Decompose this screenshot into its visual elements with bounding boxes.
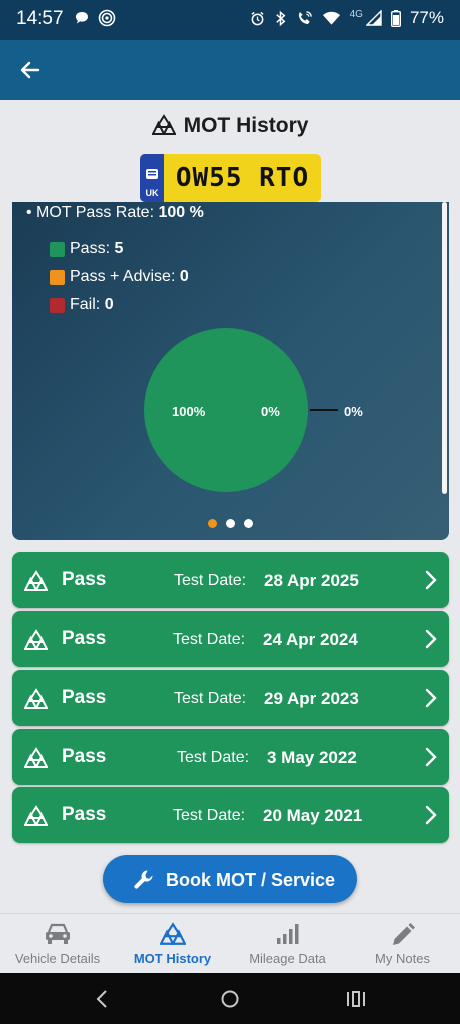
signal-icon <box>365 10 382 26</box>
test-date-value: 3 May 2022 <box>267 748 357 767</box>
carousel-dot[interactable] <box>244 519 253 528</box>
test-result: Pass <box>62 804 107 825</box>
pass-rate-card[interactable]: • MOT Pass Rate: 100 % Pass: 5 Pass + Ad… <box>12 202 449 540</box>
nav-vehicle-details[interactable]: Vehicle Details <box>0 914 115 974</box>
pie-label-fail: 0% <box>344 404 363 419</box>
test-date-label: Test Date: <box>173 631 246 648</box>
history-row[interactable]: Pass Test Date: 28 Apr 2025 <box>12 552 449 608</box>
book-mot-button[interactable]: Book MOT / Service <box>103 855 357 903</box>
wifi-calling-icon <box>298 10 312 24</box>
history-row[interactable]: Pass Test Date: 3 May 2022 <box>12 729 449 785</box>
book-mot-label: Book MOT / Service <box>166 870 336 890</box>
carousel-dot[interactable] <box>226 519 235 528</box>
mot-triangle-icon <box>24 688 48 709</box>
mot-triangle-icon <box>24 570 48 591</box>
mot-triangle-icon <box>24 629 48 650</box>
plate-country: UK <box>145 188 159 198</box>
wifi-icon <box>322 11 340 25</box>
test-date-label: Test Date: <box>174 572 247 589</box>
bar-chart-icon <box>277 924 299 944</box>
nav-label: Mileage Data <box>249 951 326 966</box>
card-scrollbar[interactable] <box>442 202 447 494</box>
nav-label: My Notes <box>375 951 430 966</box>
chevron-right-icon <box>425 747 437 767</box>
plate-registration: OW55 RTO <box>175 163 310 193</box>
test-date-label: Test Date: <box>177 749 250 766</box>
carousel-dot-active[interactable] <box>208 519 217 528</box>
wrench-icon <box>134 870 153 889</box>
nav-my-notes[interactable]: My Notes <box>345 914 460 974</box>
history-row[interactable]: Pass Test Date: 20 May 2021 <box>12 787 449 843</box>
carousel-indicator <box>208 519 253 528</box>
nfc-icon <box>98 9 116 27</box>
mot-triangle-icon <box>151 114 176 135</box>
bottom-nav: Vehicle Details MOT History Mileage Data… <box>0 913 460 973</box>
pass-rate-pie-chart <box>144 328 338 492</box>
home-icon[interactable] <box>220 989 240 1009</box>
nav-mileage-data[interactable]: Mileage Data <box>230 914 345 974</box>
nav-mot-history[interactable]: MOT History <box>115 914 230 974</box>
chevron-right-icon <box>425 629 437 649</box>
mot-triangle-icon <box>24 747 48 768</box>
status-time: 14:57 <box>16 8 64 29</box>
plate-country-band: UK <box>140 154 164 202</box>
page-title: MOT History <box>0 114 460 138</box>
network-type: 4G <box>349 8 363 20</box>
history-row[interactable]: Pass Test Date: 24 Apr 2024 <box>12 611 449 667</box>
chat-bubble-icon <box>76 12 88 24</box>
test-result: Pass <box>62 569 107 590</box>
chevron-right-icon <box>425 688 437 708</box>
test-result: Pass <box>62 687 107 708</box>
mot-triangle-icon <box>160 922 186 945</box>
car-icon <box>46 923 70 944</box>
test-result: Pass <box>62 628 107 649</box>
alarm-icon <box>251 11 264 25</box>
pencil-icon <box>393 923 415 945</box>
chevron-right-icon <box>425 805 437 825</box>
mot-triangle-icon <box>24 805 48 826</box>
test-date-value: 29 Apr 2023 <box>264 689 359 708</box>
back-icon[interactable] <box>95 989 109 1009</box>
test-result: Pass <box>62 746 107 767</box>
nav-label: MOT History <box>133 951 212 966</box>
nav-label: Vehicle Details <box>14 951 101 966</box>
test-date-label: Test Date: <box>173 807 246 824</box>
test-date-value: 24 Apr 2024 <box>263 630 358 649</box>
battery-icon <box>390 9 401 27</box>
test-date-value: 20 May 2021 <box>263 806 363 825</box>
bluetooth-icon <box>275 10 286 26</box>
plate-emblem-icon <box>146 169 158 179</box>
chevron-right-icon <box>425 570 437 590</box>
recents-icon[interactable] <box>346 990 366 1008</box>
page-title-text: MOT History <box>183 114 309 137</box>
history-row[interactable]: Pass Test Date: 29 Apr 2023 <box>12 670 449 726</box>
status-bar: 14:57 4G 77% <box>0 0 460 40</box>
app-bar <box>0 40 460 100</box>
test-date-label: Test Date: <box>174 690 247 707</box>
test-date-value: 28 Apr 2025 <box>264 571 359 590</box>
pie-label-pass-advise: 0% <box>261 404 280 419</box>
battery-level: 77% <box>409 8 444 27</box>
pie-label-pass: 100% <box>172 404 206 419</box>
registration-plate: UK OW55 RTO <box>140 154 321 202</box>
system-nav-bar <box>0 973 460 1024</box>
arrow-left-icon[interactable] <box>16 56 44 84</box>
